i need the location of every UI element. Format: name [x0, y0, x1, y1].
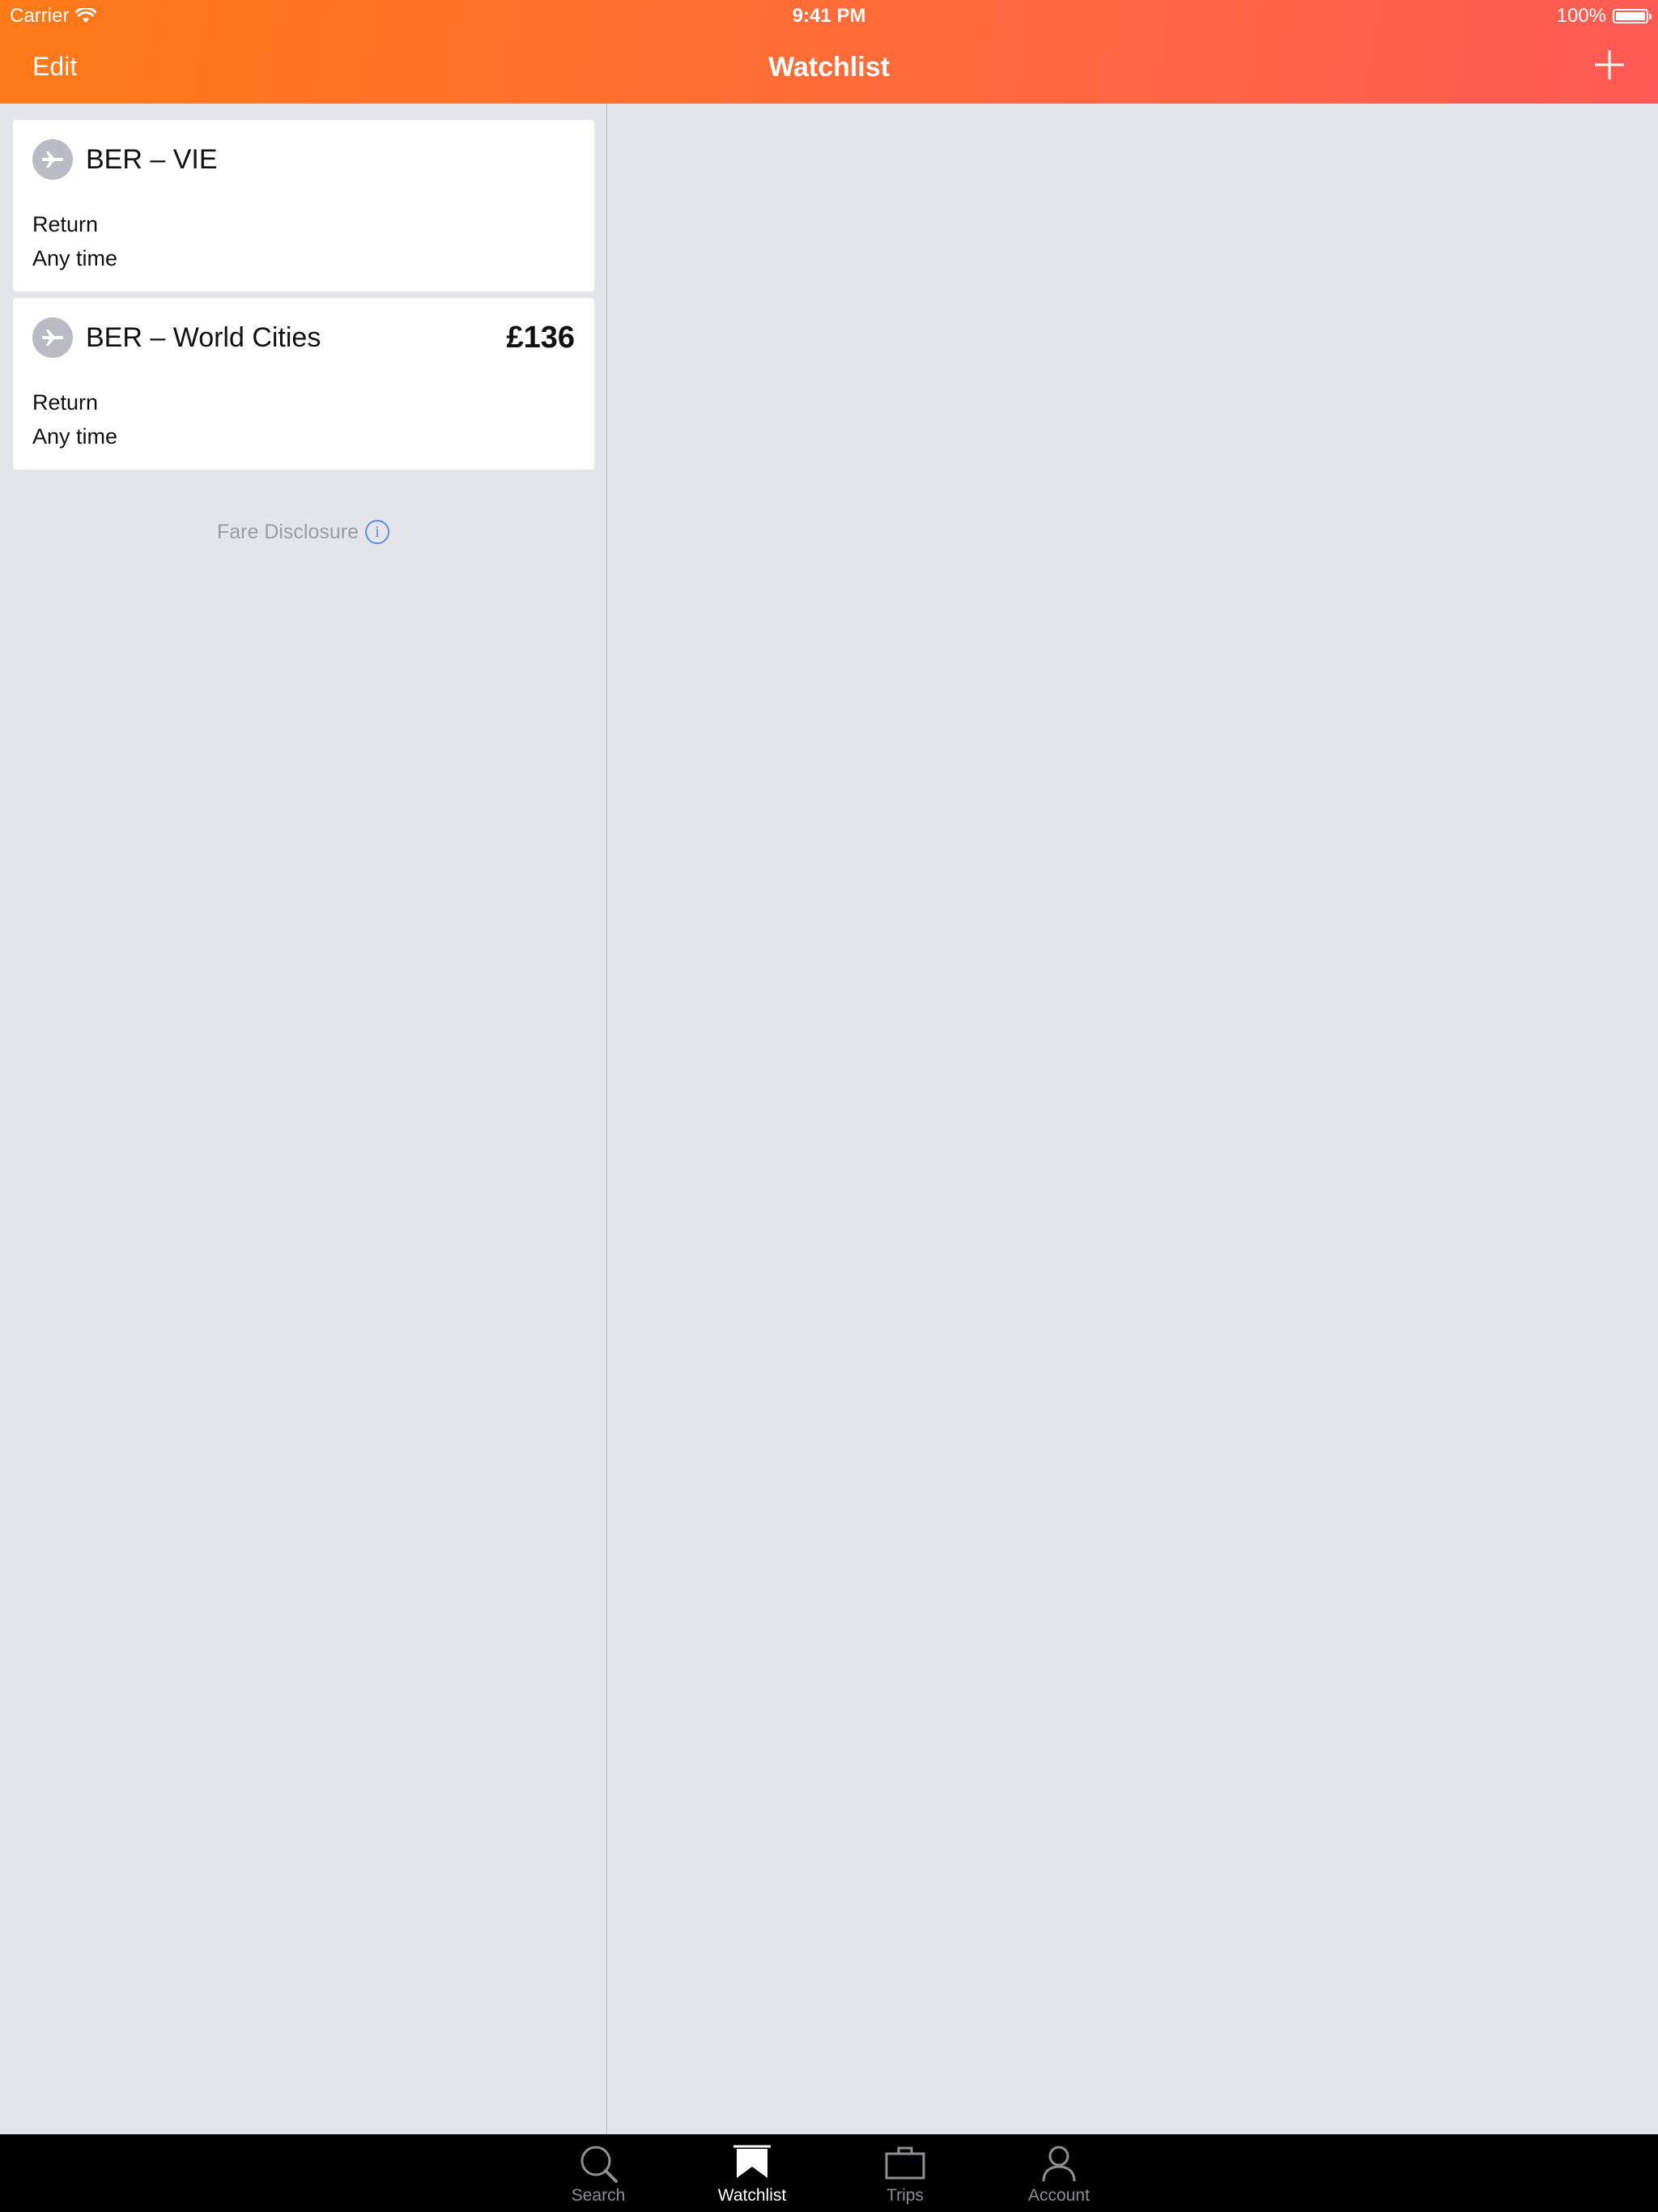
- watchlist-card[interactable]: BER – World Cities £136 Return Any time: [13, 298, 594, 470]
- tab-label: Account: [1028, 2186, 1090, 2205]
- time-label: Any time: [32, 424, 118, 449]
- trip-type-label: Return: [32, 212, 99, 236]
- plus-icon[interactable]: [1593, 49, 1626, 81]
- plane-icon: [32, 317, 73, 358]
- briefcase-icon: [885, 2146, 925, 2180]
- nav-bar: Edit Watchlist: [0, 32, 1658, 104]
- status-battery: 100%: [1556, 5, 1652, 28]
- status-bar: Carrier 9:41 PM 100%: [0, 0, 1658, 32]
- price-label: £136: [506, 321, 575, 355]
- info-icon[interactable]: i: [365, 520, 390, 544]
- tab-label: Watchlist: [717, 2186, 787, 2205]
- tab-watchlist[interactable]: Watchlist: [675, 2134, 829, 2212]
- trip-type-label: Return: [32, 390, 99, 415]
- tab-account[interactable]: Account: [982, 2134, 1136, 2212]
- time-label: Any time: [32, 246, 118, 270]
- tab-label: Trips: [886, 2186, 924, 2205]
- detail-panel: [607, 104, 1658, 2134]
- tab-label: Search: [571, 2186, 626, 2205]
- fare-disclosure-link[interactable]: Fare Disclosure i: [0, 520, 606, 544]
- bookmark-icon: [733, 2145, 771, 2178]
- header: Carrier 9:41 PM 100% Edit Watchlist: [0, 0, 1658, 104]
- tab-trips[interactable]: Trips: [828, 2134, 982, 2212]
- fare-disclosure-label: Fare Disclosure: [216, 520, 359, 543]
- battery-percent: 100%: [1556, 5, 1606, 27]
- watchlist-card[interactable]: BER – VIE Return Any time: [13, 120, 594, 291]
- person-icon: [1042, 2146, 1076, 2182]
- route-label: BER – World Cities: [86, 322, 321, 353]
- watchlist-panel: BER – VIE Return Any time BER – World Ci…: [0, 104, 607, 2134]
- tab-bar: Search Watchlist Trips Account: [0, 2134, 1658, 2212]
- app-root: Carrier 9:41 PM 100% Edit Watchlist BER …: [0, 0, 1658, 2212]
- search-icon: [580, 2146, 618, 2183]
- page-title: Watchlist: [768, 52, 890, 83]
- status-time: 9:41 PM: [792, 5, 866, 27]
- plane-icon: [32, 139, 73, 180]
- route-label: BER – VIE: [86, 144, 218, 175]
- tab-search[interactable]: Search: [521, 2134, 675, 2212]
- battery-icon: [1613, 9, 1652, 23]
